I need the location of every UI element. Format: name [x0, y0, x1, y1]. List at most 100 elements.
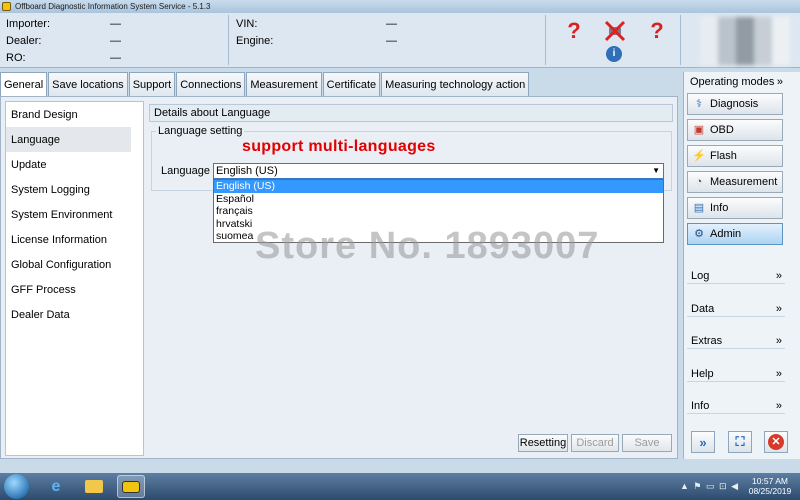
diagnosis-button[interactable]: ⚕ Diagnosis	[687, 93, 783, 115]
ro-row: RO: —	[0, 49, 130, 66]
expand-icon[interactable]: »	[776, 335, 782, 347]
obd-button[interactable]: ▣ OBD	[687, 119, 783, 141]
section-log[interactable]: Log »	[687, 268, 785, 284]
store-watermark: Store No. 1893007	[255, 225, 600, 267]
chevron-down-icon[interactable]: ▼	[652, 164, 660, 178]
browser-icon[interactable]: e	[42, 475, 70, 498]
measurement-label: Measurement	[710, 176, 778, 188]
section-log-label: Log	[691, 269, 710, 282]
section-data-label: Data	[691, 302, 715, 315]
flash-button[interactable]: ⚡ Flash	[687, 145, 783, 167]
resetting-button[interactable]: Resetting	[518, 434, 568, 452]
forward-button[interactable]: »	[691, 431, 715, 453]
expand-icon[interactable]: »	[776, 368, 782, 380]
info-button[interactable]: ▤ Info	[687, 197, 783, 219]
dealer-info: Importer: — Dealer: — RO: —	[0, 15, 130, 66]
section-data[interactable]: Data »	[687, 301, 785, 317]
tab-support[interactable]: Support	[128, 72, 176, 96]
fullscreen-icon: ⛶	[735, 434, 745, 449]
header-divider	[680, 15, 681, 65]
nav-item-license-information[interactable]: License Information	[6, 227, 143, 252]
close-icon: ✕	[768, 434, 784, 450]
folder-icon[interactable]	[80, 475, 108, 498]
importer-value: —	[110, 17, 121, 30]
diagnosis-label: Diagnosis	[710, 98, 759, 110]
nav-item-brand-design[interactable]: Brand Design	[6, 102, 143, 127]
clock-date: 08/25/2019	[748, 486, 792, 496]
odis-app-icon[interactable]	[117, 475, 145, 498]
flash-label: Flash	[710, 150, 737, 162]
title-bar: Offboard Diagnostic Information System S…	[0, 0, 800, 13]
gauge-icon: ◔	[695, 176, 703, 188]
start-button[interactable]	[4, 474, 29, 499]
clock[interactable]: 10:57 AM 08/25/2019	[744, 476, 796, 496]
nav-item-system-environment[interactable]: System Environment	[6, 202, 143, 227]
tab-general[interactable]: General	[0, 72, 48, 96]
clock-time: 10:57 AM	[752, 476, 788, 486]
flag-icon[interactable]: ⚑	[693, 481, 701, 492]
stethoscope-icon: ⚕	[696, 98, 702, 110]
language-option[interactable]: français	[214, 205, 663, 218]
double-arrow-icon: »	[699, 434, 707, 450]
expand-icon[interactable]: »	[776, 400, 782, 412]
ro-value: —	[110, 51, 121, 64]
dealer-label: Dealer:	[6, 34, 42, 47]
flash-icon: ⚡	[692, 150, 706, 162]
vin-label: VIN:	[236, 17, 258, 30]
expand-icon[interactable]: »	[776, 303, 782, 315]
vehicle-info-header: Importer: — Dealer: — RO: — VIN: — Engin…	[0, 13, 800, 68]
nav-item-language[interactable]: Language	[6, 127, 131, 152]
volume-icon[interactable]: ◀	[731, 481, 738, 492]
tray-arrow-icon[interactable]: ▲	[680, 481, 689, 492]
vehicle-info: VIN: — Engine: —	[230, 15, 406, 49]
info-icon[interactable]: i	[606, 46, 622, 62]
section-extras[interactable]: Extras »	[687, 333, 785, 349]
dealer-value: —	[110, 34, 121, 47]
discard-button[interactable]: Discard	[571, 434, 619, 452]
section-info[interactable]: Info »	[687, 398, 785, 414]
language-select[interactable]: English (US) ▼	[213, 163, 664, 179]
dealer-row: Dealer: —	[0, 32, 130, 49]
nav-item-update[interactable]: Update	[6, 152, 143, 177]
network-icon[interactable]: ⊡	[719, 481, 727, 492]
collapse-icon[interactable]: »	[777, 76, 783, 88]
engine-icon: ▣	[693, 124, 705, 136]
help-car-icon[interactable]: ?	[562, 19, 586, 43]
admin-button[interactable]: ⚙ Admin	[687, 223, 783, 245]
section-help-label: Help	[691, 367, 714, 380]
operating-modes-panel: Operating modes » ⚕ Diagnosis ▣ OBD ⚡ Fl…	[683, 72, 800, 459]
cancel-x-icon[interactable]	[603, 19, 627, 43]
help-question-icon[interactable]: ?	[645, 19, 669, 43]
close-button[interactable]: ✕	[764, 431, 788, 453]
header-divider	[545, 15, 546, 65]
engine-value: —	[386, 34, 397, 47]
expand-icon[interactable]: »	[776, 270, 782, 282]
settings-nav: Brand Design Language Update System Logg…	[5, 101, 144, 456]
section-help[interactable]: Help »	[687, 366, 785, 382]
tab-save-locations[interactable]: Save locations	[48, 72, 128, 96]
ro-label: RO:	[6, 51, 26, 64]
display-icon[interactable]: ▭	[706, 481, 715, 492]
operating-modes-header[interactable]: Operating modes »	[686, 74, 786, 90]
language-option[interactable]: Español	[214, 193, 663, 206]
nav-item-system-logging[interactable]: System Logging	[6, 177, 143, 202]
nav-item-global-configuration[interactable]: Global Configuration	[6, 252, 143, 277]
measurement-button[interactable]: ◔ Measurement	[687, 171, 783, 193]
admin-label: Admin	[710, 228, 742, 240]
tab-certificate[interactable]: Certificate	[322, 72, 381, 96]
nav-item-gff-process[interactable]: GFF Process	[6, 277, 143, 302]
importer-row: Importer: —	[0, 15, 130, 32]
fullscreen-button[interactable]: ⛶	[728, 431, 752, 453]
settings-tabs: General Save locations Support Connectio…	[0, 72, 530, 96]
header-divider	[228, 15, 229, 65]
nav-item-dealer-data[interactable]: Dealer Data	[6, 302, 143, 327]
tab-measurement[interactable]: Measurement	[246, 72, 322, 96]
promo-text: support multi-languages	[242, 138, 436, 155]
tab-connections[interactable]: Connections	[176, 72, 246, 96]
section-extras-label: Extras	[691, 334, 723, 347]
save-button[interactable]: Save	[622, 434, 672, 452]
tab-measuring-technology-action[interactable]: Measuring technology action	[381, 72, 530, 96]
settings-panel: Brand Design Language Update System Logg…	[0, 96, 678, 459]
book-icon: ▤	[693, 202, 705, 214]
language-option[interactable]: English (US)	[214, 180, 663, 193]
